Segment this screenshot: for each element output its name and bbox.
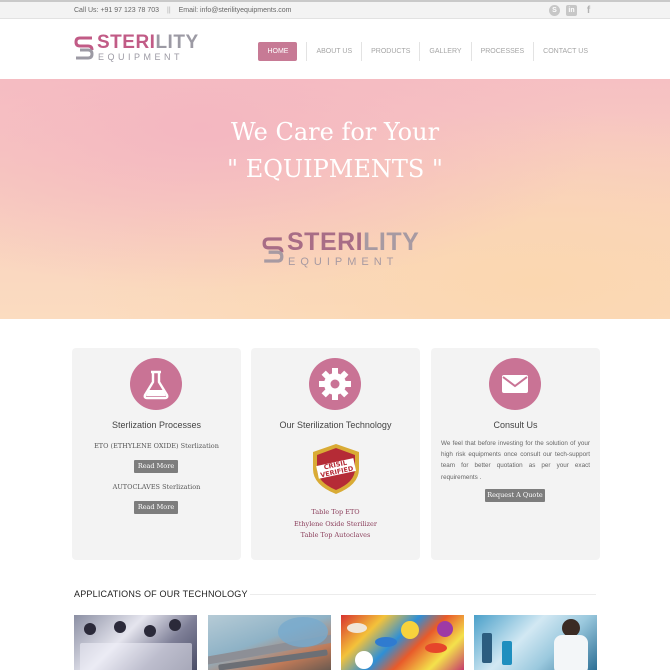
consult-description: We feel that before investing for the so… — [441, 440, 590, 481]
site-header: STERILITY EQUIPMENT HOME ABOUT US PRODUC… — [0, 19, 670, 79]
hero-headline: We Care for Your — [230, 118, 440, 146]
nav-processes[interactable]: PROCESSES — [470, 42, 534, 61]
facebook-icon[interactable]: f — [583, 5, 594, 16]
feature-box-consult: Consult Us We feel that before investing… — [431, 348, 600, 560]
request-quote-button[interactable]: Request A Quote — [485, 489, 545, 502]
logo-name: STERILITY — [97, 33, 199, 52]
divider: || — [167, 7, 171, 14]
logo-name-part2: LITY — [155, 32, 199, 53]
nav-home[interactable]: HOME — [258, 42, 298, 61]
read-more-button[interactable]: Read More — [134, 501, 178, 514]
site-logo[interactable]: STERILITY EQUIPMENT — [74, 33, 199, 63]
hero-subheadline: " EQUIPMENTS " — [227, 155, 443, 183]
laboratory-photo[interactable] — [474, 615, 597, 670]
top-bar: Call Us: +91 97 123 78 703 || Email: inf… — [0, 0, 670, 19]
surgical-instruments-photo[interactable] — [208, 615, 331, 670]
hero-logo-text: STERILITY EQUIPMENT — [287, 230, 419, 269]
main-nav: HOME ABOUT US PRODUCTS GALLERY PROCESSES… — [258, 42, 597, 61]
skype-icon[interactable]: S — [549, 5, 560, 16]
hero-logo-name-part2: LITY — [363, 228, 420, 256]
feature-box-processes: Sterlization Processes ETO (ETHYLENE OXI… — [72, 348, 241, 560]
email-address[interactable]: Email: info@sterilityequipments.com — [179, 7, 292, 14]
logo-text: STERILITY EQUIPMENT — [97, 33, 199, 63]
nav-about-us[interactable]: ABOUT US — [306, 42, 361, 61]
nav-gallery[interactable]: GALLERY — [419, 42, 470, 61]
read-more-button[interactable]: Read More — [134, 460, 178, 473]
feature-title: Our Sterilization Technology — [279, 420, 392, 430]
autoclaves-sterilization-text: AUTOCLAVES Sterlization — [112, 483, 201, 491]
gear-icon — [309, 358, 361, 410]
logo-name-part1: STERI — [97, 32, 156, 53]
classroom-photo[interactable] — [74, 615, 197, 670]
logo-tagline: EQUIPMENT — [98, 52, 184, 62]
envelope-icon — [489, 358, 541, 410]
link-table-top-autoclaves[interactable]: Table Top Autoclaves — [251, 531, 420, 539]
applications-heading: APPLICATIONS OF OUR TECHNOLOGY — [74, 589, 248, 599]
phone-number: Call Us: +91 97 123 78 703 — [74, 7, 160, 14]
hero-logo: STERILITY EQUIPMENT — [262, 230, 419, 269]
feature-box-technology: Our Sterilization Technology CRISIL VERI… — [251, 348, 420, 560]
link-ethylene-oxide-sterilizer[interactable]: Ethylene Oxide Sterilizer — [251, 520, 420, 528]
feature-title: Consult Us — [493, 420, 538, 430]
logo-s-mark-icon — [74, 36, 94, 60]
nav-products[interactable]: PRODUCTS — [361, 42, 419, 61]
linkedin-icon[interactable]: in — [566, 5, 577, 16]
feature-title: Sterlization Processes — [111, 420, 202, 430]
crisil-verified-badge: CRISIL VERIFIED — [313, 444, 359, 494]
hero-logo-s-mark-icon — [262, 236, 284, 263]
pills-photo[interactable] — [341, 615, 464, 670]
eto-sterilization-text: ETO (ETHYLENE OXIDE) Sterlization — [94, 442, 219, 450]
hero-logo-name: STERILITY — [287, 230, 419, 255]
social-links: S in f — [549, 5, 594, 16]
hero-logo-tagline: EQUIPMENT — [288, 256, 399, 268]
nav-contact-us[interactable]: CONTACT US — [533, 42, 597, 61]
flask-icon — [130, 358, 182, 410]
link-table-top-eto[interactable]: Table Top ETO — [251, 508, 420, 516]
hero-logo-name-part1: STERI — [287, 228, 364, 256]
contact-info: Call Us: +91 97 123 78 703 || Email: inf… — [74, 7, 292, 14]
hero-banner: We Care for Your " EQUIPMENTS " STERILIT… — [0, 79, 670, 319]
heading-divider — [250, 594, 596, 595]
